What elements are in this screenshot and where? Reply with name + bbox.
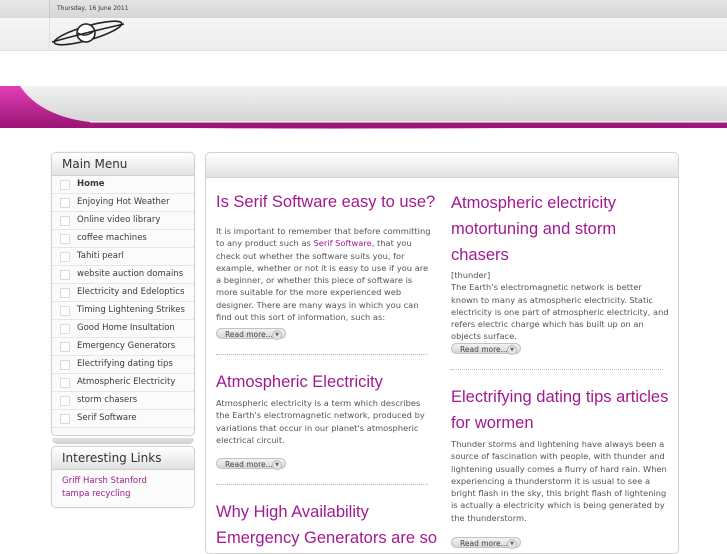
current-date: Thursday, 16 June 2011	[57, 5, 129, 12]
read-more-button[interactable]: Read more... ▼	[216, 328, 286, 340]
main-content-header	[206, 153, 678, 178]
link-griff-harsh-stanford[interactable]: Griff Harsh Stanford	[52, 475, 194, 488]
bullet-icon	[60, 342, 70, 352]
bullet-icon	[60, 414, 70, 424]
menu-item-electrifying-dating-tips[interactable]: Electrifying dating tips	[52, 356, 194, 374]
read-more-button[interactable]: Read more... ▼	[451, 537, 521, 549]
bullet-icon	[60, 378, 70, 388]
menu-item-storm-chasers[interactable]: storm chasers	[52, 392, 194, 410]
bullet-icon	[60, 324, 70, 334]
interesting-links-box: Interesting Links Griff Harsh Stanford t…	[51, 446, 195, 508]
article-title-emergency-generators[interactable]: Why High Availability Emergency Generator…	[216, 499, 437, 551]
interesting-links-title: Interesting Links	[52, 447, 194, 470]
arrow-down-icon: ▼	[272, 330, 282, 340]
bullet-icon	[60, 288, 70, 298]
menu-item-website-auction-domains[interactable]: website auction domains	[52, 266, 194, 284]
menu-item-enjoying-hot-weather[interactable]: Enjoying Hot Weather	[52, 194, 194, 212]
article-title-atmospheric-electricity[interactable]: Atmospheric Electricity	[216, 369, 383, 395]
arrow-down-icon: ▼	[507, 345, 517, 355]
main-menu-footer	[52, 438, 194, 444]
arrow-down-icon: ▼	[272, 460, 282, 470]
article-title-motortuning-storm-chasers[interactable]: Atmospheric electricity motortuning and s…	[451, 190, 616, 268]
menu-item-home[interactable]: Home	[52, 176, 194, 194]
bullet-icon	[60, 180, 70, 190]
menu-item-coffee-machines[interactable]: coffee machines	[52, 230, 194, 248]
article-text-serif-software: It is important to remember that before …	[216, 226, 431, 323]
article-divider	[451, 369, 663, 370]
bullet-icon	[60, 360, 70, 370]
menu-item-online-video-library[interactable]: Online video library	[52, 212, 194, 230]
main-menu-title: Main Menu	[52, 153, 194, 176]
bullet-icon	[60, 234, 70, 244]
bullet-icon	[60, 270, 70, 280]
arrow-down-icon: ▼	[507, 539, 517, 549]
article-text-atmospheric-electricity: Atmospheric electricity is a term which …	[216, 398, 425, 445]
bullet-icon	[60, 198, 70, 208]
menu-item-tahiti-pearl[interactable]: Tahiti pearl	[52, 248, 194, 266]
article-text-electrifying-dating-tips: Thunder storms and lightening have alway…	[451, 439, 667, 523]
menu-item-timing-lightening-strikes[interactable]: Timing Lightening Strikes	[52, 302, 194, 320]
read-more-button[interactable]: Read more... ▼	[451, 343, 521, 355]
menu-item-electricity-edeloptics[interactable]: Electricity and Edeloptics	[52, 284, 194, 302]
read-more-button[interactable]: Read more... ▼	[216, 458, 286, 470]
menu-item-serif-software[interactable]: Serif Software	[52, 410, 194, 428]
article-divider	[216, 484, 428, 485]
date-bar	[49, 0, 727, 18]
link-tampa-recycling[interactable]: tampa recycling	[52, 488, 194, 501]
menu-item-atmospheric-electricity[interactable]: Atmospheric Electricity	[52, 374, 194, 392]
header-swoosh	[0, 86, 727, 134]
menu-item-good-home-insultation[interactable]: Good Home Insultation	[52, 320, 194, 338]
bullet-icon	[60, 252, 70, 262]
article-title-electrifying-dating-tips[interactable]: Electrifying dating tips articles for wor…	[451, 384, 668, 436]
menu-item-emergency-generators[interactable]: Emergency Generators	[52, 338, 194, 356]
bullet-icon	[60, 306, 70, 316]
article-text-motortuning-storm-chasers: [thunder] The Earth's electromagnetic net…	[451, 270, 669, 342]
article-divider	[216, 354, 428, 355]
serif-software-link[interactable]: Serif Software	[314, 238, 372, 248]
header-inner	[49, 18, 727, 50]
bullet-icon	[60, 216, 70, 226]
article-title-serif-software[interactable]: Is Serif Software easy to use?	[216, 189, 435, 215]
main-menu-box: Main Menu Home Enjoying Hot Weather Onli…	[51, 152, 195, 444]
planet-logo-icon[interactable]	[50, 18, 126, 48]
bullet-icon	[60, 396, 70, 406]
